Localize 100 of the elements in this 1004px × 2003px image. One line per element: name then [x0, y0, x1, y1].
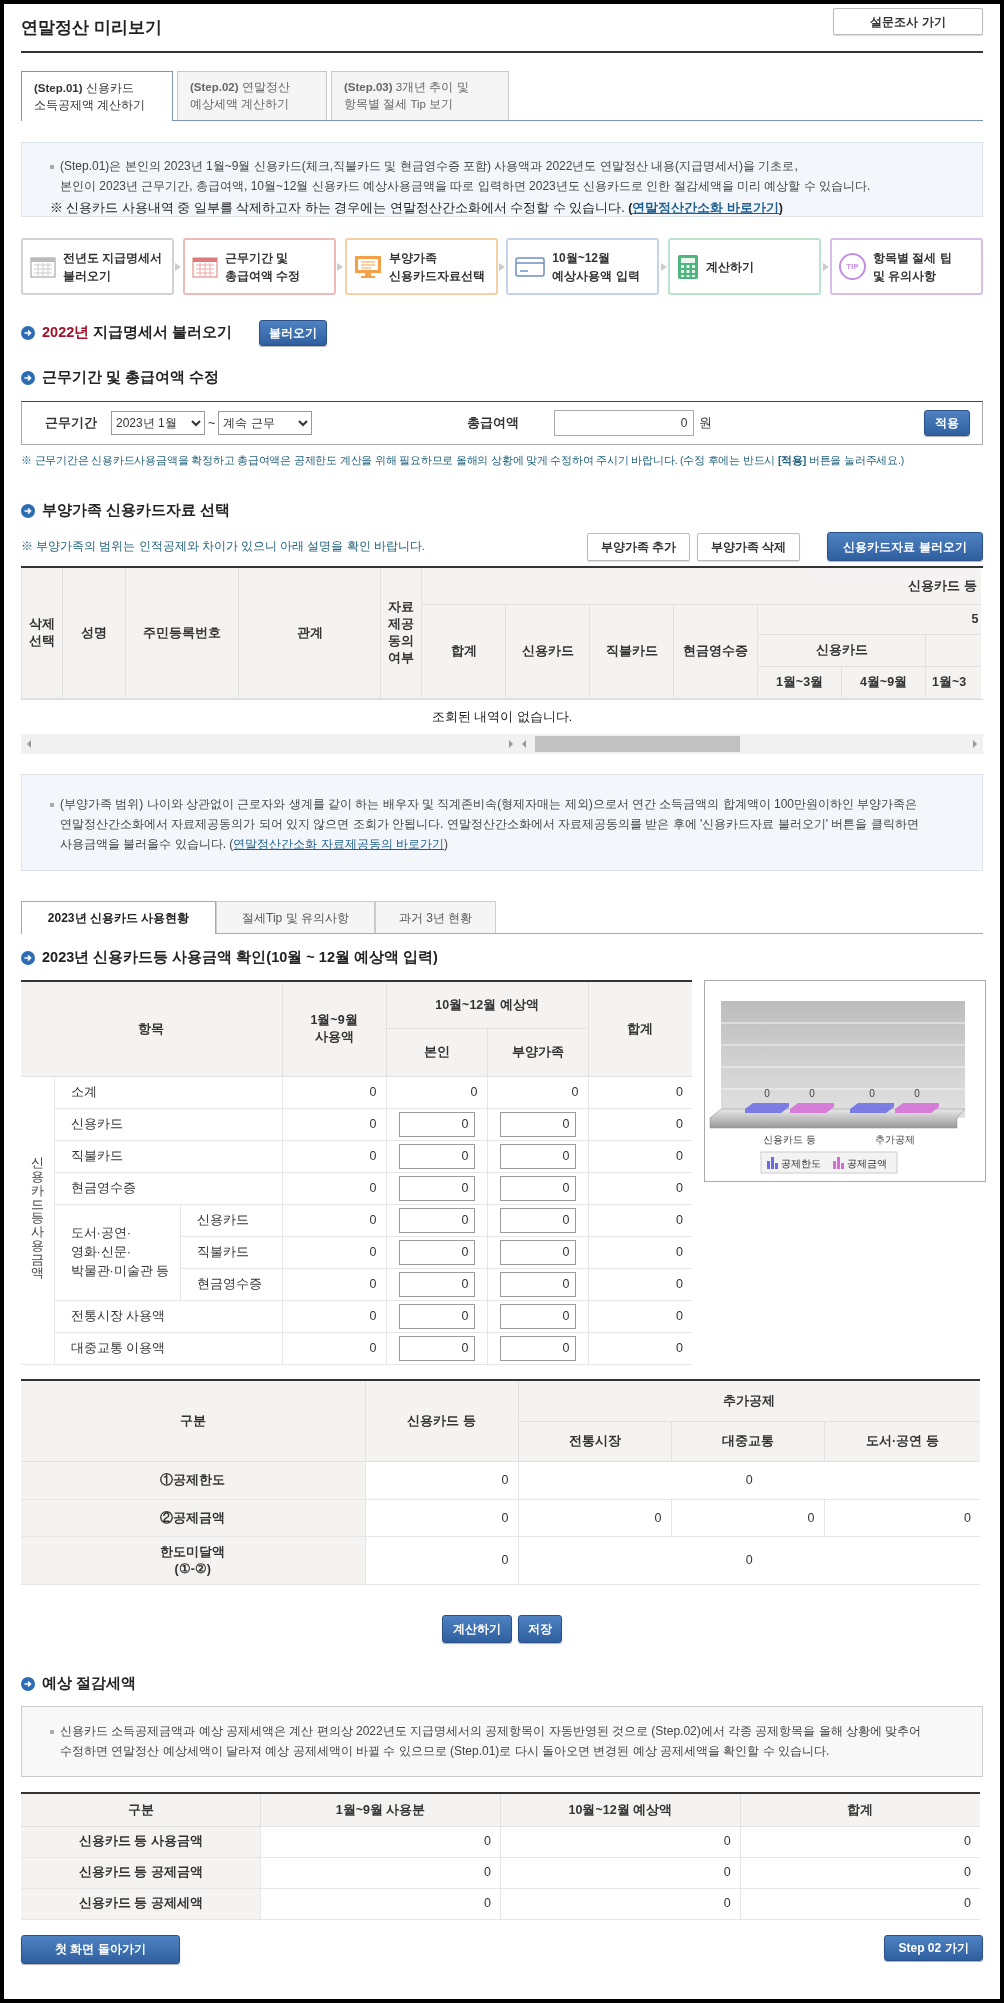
- scrollbar[interactable]: [21, 734, 983, 755]
- amount-field[interactable]: 0: [499, 1271, 576, 1297]
- table-cell: 0: [740, 1826, 980, 1858]
- table-cell: 0: [487, 1076, 588, 1109]
- table-cell: 0: [588, 1300, 692, 1333]
- step-tab[interactable]: (Step.03) 3개년 추이 및 항목별 절세 Tip 보기: [331, 71, 509, 120]
- step-tab[interactable]: (Step.01) 신용카드 소득공제액 계산하기: [21, 71, 173, 121]
- column-header: 항목: [21, 981, 282, 1077]
- data-label: 0: [764, 1088, 770, 1100]
- notice-text: ※ 근무기간은 신용카드사용금액을 확정하고 총급여액은 공제한도 계산을 위해 필요하므로 올해의 상황에 맞게 수정하여 주시기 바랍니다. (수정 후에는 반드시 [적용] 버튼을 눌러주세요.): [21, 453, 904, 468]
- usage-tab[interactable]: 절세Tip 및 유의사항: [216, 901, 375, 934]
- amount-field[interactable]: 0: [499, 1239, 576, 1265]
- column-header: 합계: [740, 1793, 980, 1827]
- consent-link[interactable]: 연말정산간소화 자료제공동의 바로가기: [233, 837, 444, 852]
- step-tab[interactable]: (Step.02) 연말정산 예상세액 계산하기: [177, 71, 327, 120]
- section-title: 2023년 신용카드등 사용금액 확인(10월 ~ 12월 예상액 입력): [42, 948, 438, 968]
- column-header: 합계: [421, 604, 506, 699]
- amount-field[interactable]: 0: [398, 1175, 475, 1201]
- unit-label: 원: [699, 414, 713, 432]
- amount-field[interactable]: 0: [499, 1303, 576, 1329]
- row-header: 신용카드 등 사용금액: [21, 1826, 261, 1858]
- survey-button[interactable]: 설문조사 가기: [833, 8, 983, 35]
- table-cell: 신용카드: [54, 1108, 282, 1141]
- amount-field[interactable]: 0: [398, 1207, 475, 1233]
- column-header: 신용카드: [505, 604, 590, 699]
- back-button[interactable]: 첫 화면 돌아가기: [21, 1934, 180, 1964]
- chevron-icon: [337, 262, 344, 271]
- amount-field[interactable]: 0: [499, 1111, 576, 1137]
- arrow-circle-icon: [21, 326, 35, 340]
- amount-field[interactable]: 0: [499, 1335, 576, 1361]
- arrow-circle-icon: [21, 503, 35, 518]
- amount-field[interactable]: 0: [398, 1303, 475, 1329]
- delete-dependent-button[interactable]: 부양가족 삭제: [697, 532, 800, 561]
- step-label: 근무기간 및 총급여액 수정: [224, 249, 301, 285]
- table-cell: 0: [282, 1140, 386, 1173]
- table-cell: 0: [500, 1888, 741, 1920]
- range-separator: ~: [208, 414, 216, 432]
- table-cell: 소계: [54, 1076, 282, 1109]
- add-dependent-button[interactable]: 부양가족 추가: [587, 532, 690, 561]
- intro-text: (Step.01)은 본인의 2023년 1월~9월 신용카드(체크,직불카드 및 현금영수증 포함) 사용액과 2022년도 연말정산 내용(지급명세서)을 기초로, 본인이 2023년 근무기간, 총급여액, 10월~12월 신용카드 예상사용금액을 따로 입력하면 2023년도 신용카드로 인한 절감세액을 미리 예상할 수 있습니다.: [50, 156, 954, 196]
- amount-field[interactable]: 0: [499, 1175, 576, 1201]
- table-cell: 0: [365, 1461, 518, 1500]
- table-cell: 0: [588, 1236, 692, 1269]
- usage-tab[interactable]: 2023년 신용카드 사용현황: [21, 901, 216, 935]
- salary-field[interactable]: 0: [554, 410, 695, 436]
- amount-field[interactable]: 0: [398, 1143, 475, 1169]
- arrow-circle-icon: [21, 1677, 35, 1692]
- intro-note: ※ 신용카드 사용내역 중 일부를 삭제하고자 하는 경우에는 연말정산간소화에서 수정할 수 있습니다. (연말정산간소화 바로가기): [50, 200, 784, 217]
- table-cell: 0: [282, 1236, 386, 1269]
- table-cell: 직불카드: [180, 1236, 282, 1269]
- amount-field[interactable]: 0: [398, 1239, 475, 1265]
- load-button[interactable]: 불러오기: [259, 320, 328, 346]
- amount-field[interactable]: 0: [398, 1111, 475, 1137]
- row-header: ①공제한도: [21, 1461, 365, 1500]
- calendar-icon: [191, 255, 218, 278]
- table-cell: 0: [365, 1499, 518, 1537]
- end-month-select[interactable]: 계속 근무: [218, 411, 313, 435]
- save-button[interactable]: 저장: [518, 1615, 562, 1644]
- table-cell: 도서·공연· 영화·신문· 박물관·미술관 등: [54, 1204, 180, 1301]
- table-cell: 0: [282, 1268, 386, 1301]
- legend-label: 공제금액: [847, 1158, 887, 1170]
- section-title: 부양가족 신용카드자료 선택: [42, 500, 231, 520]
- column-header: 구분: [21, 1379, 365, 1462]
- table-cell: 0: [588, 1108, 692, 1141]
- table-cell: 0: [260, 1826, 501, 1858]
- arrow-circle-icon: [21, 371, 35, 385]
- table-cell: 0: [588, 1332, 692, 1365]
- start-month-select[interactable]: 2023년 1월: [111, 411, 205, 435]
- column-header: 1월~3월: [757, 666, 842, 699]
- group-label: 신용카드등 사용금액: [31, 1157, 44, 1282]
- amount-field[interactable]: 0: [398, 1335, 475, 1361]
- column-header: 현금영수증: [673, 604, 758, 699]
- column-header: 합계: [588, 981, 692, 1077]
- apply-button[interactable]: 적용: [924, 410, 970, 436]
- column-header: 신용카드: [757, 634, 926, 667]
- load-card-data-button[interactable]: 신용카드자료 불러오기: [827, 532, 983, 562]
- amount-field[interactable]: 0: [398, 1271, 475, 1297]
- scrollbar-thumb[interactable]: [535, 736, 740, 753]
- step-label: 계산하기: [706, 258, 755, 276]
- row-header: 신용카드 등 공제세액: [21, 1888, 261, 1920]
- section-title: 2022년 지급명세서 불러오기: [42, 323, 233, 343]
- next-step-button[interactable]: Step 02 가기: [884, 1934, 983, 1961]
- row-header: 한도미달액 (①-②): [21, 1536, 365, 1585]
- data-label: 0: [809, 1088, 815, 1100]
- simplified-service-link[interactable]: 연말정산간소화 바로가기: [632, 201, 779, 215]
- table-cell: 0: [588, 1172, 692, 1205]
- column-header: 대중교통: [671, 1421, 824, 1462]
- column-header: 자료제공동의여부: [380, 567, 422, 699]
- column-header: 신용카드 등: [421, 567, 981, 605]
- amount-field[interactable]: 0: [499, 1143, 576, 1169]
- calculate-button[interactable]: 계산하기: [442, 1615, 512, 1644]
- column-header: 부양가족: [487, 1028, 588, 1077]
- amount-field[interactable]: 0: [499, 1207, 576, 1233]
- column-header: 10월~12월 예상액: [386, 981, 588, 1029]
- table-cell: 0: [282, 1332, 386, 1365]
- column-header: 5: [757, 604, 981, 635]
- table-cell: 0: [260, 1888, 501, 1920]
- usage-tab[interactable]: 과거 3년 현황: [375, 901, 496, 934]
- field-label: 근무기간: [45, 414, 98, 432]
- tip-icon: TIP: [838, 253, 866, 280]
